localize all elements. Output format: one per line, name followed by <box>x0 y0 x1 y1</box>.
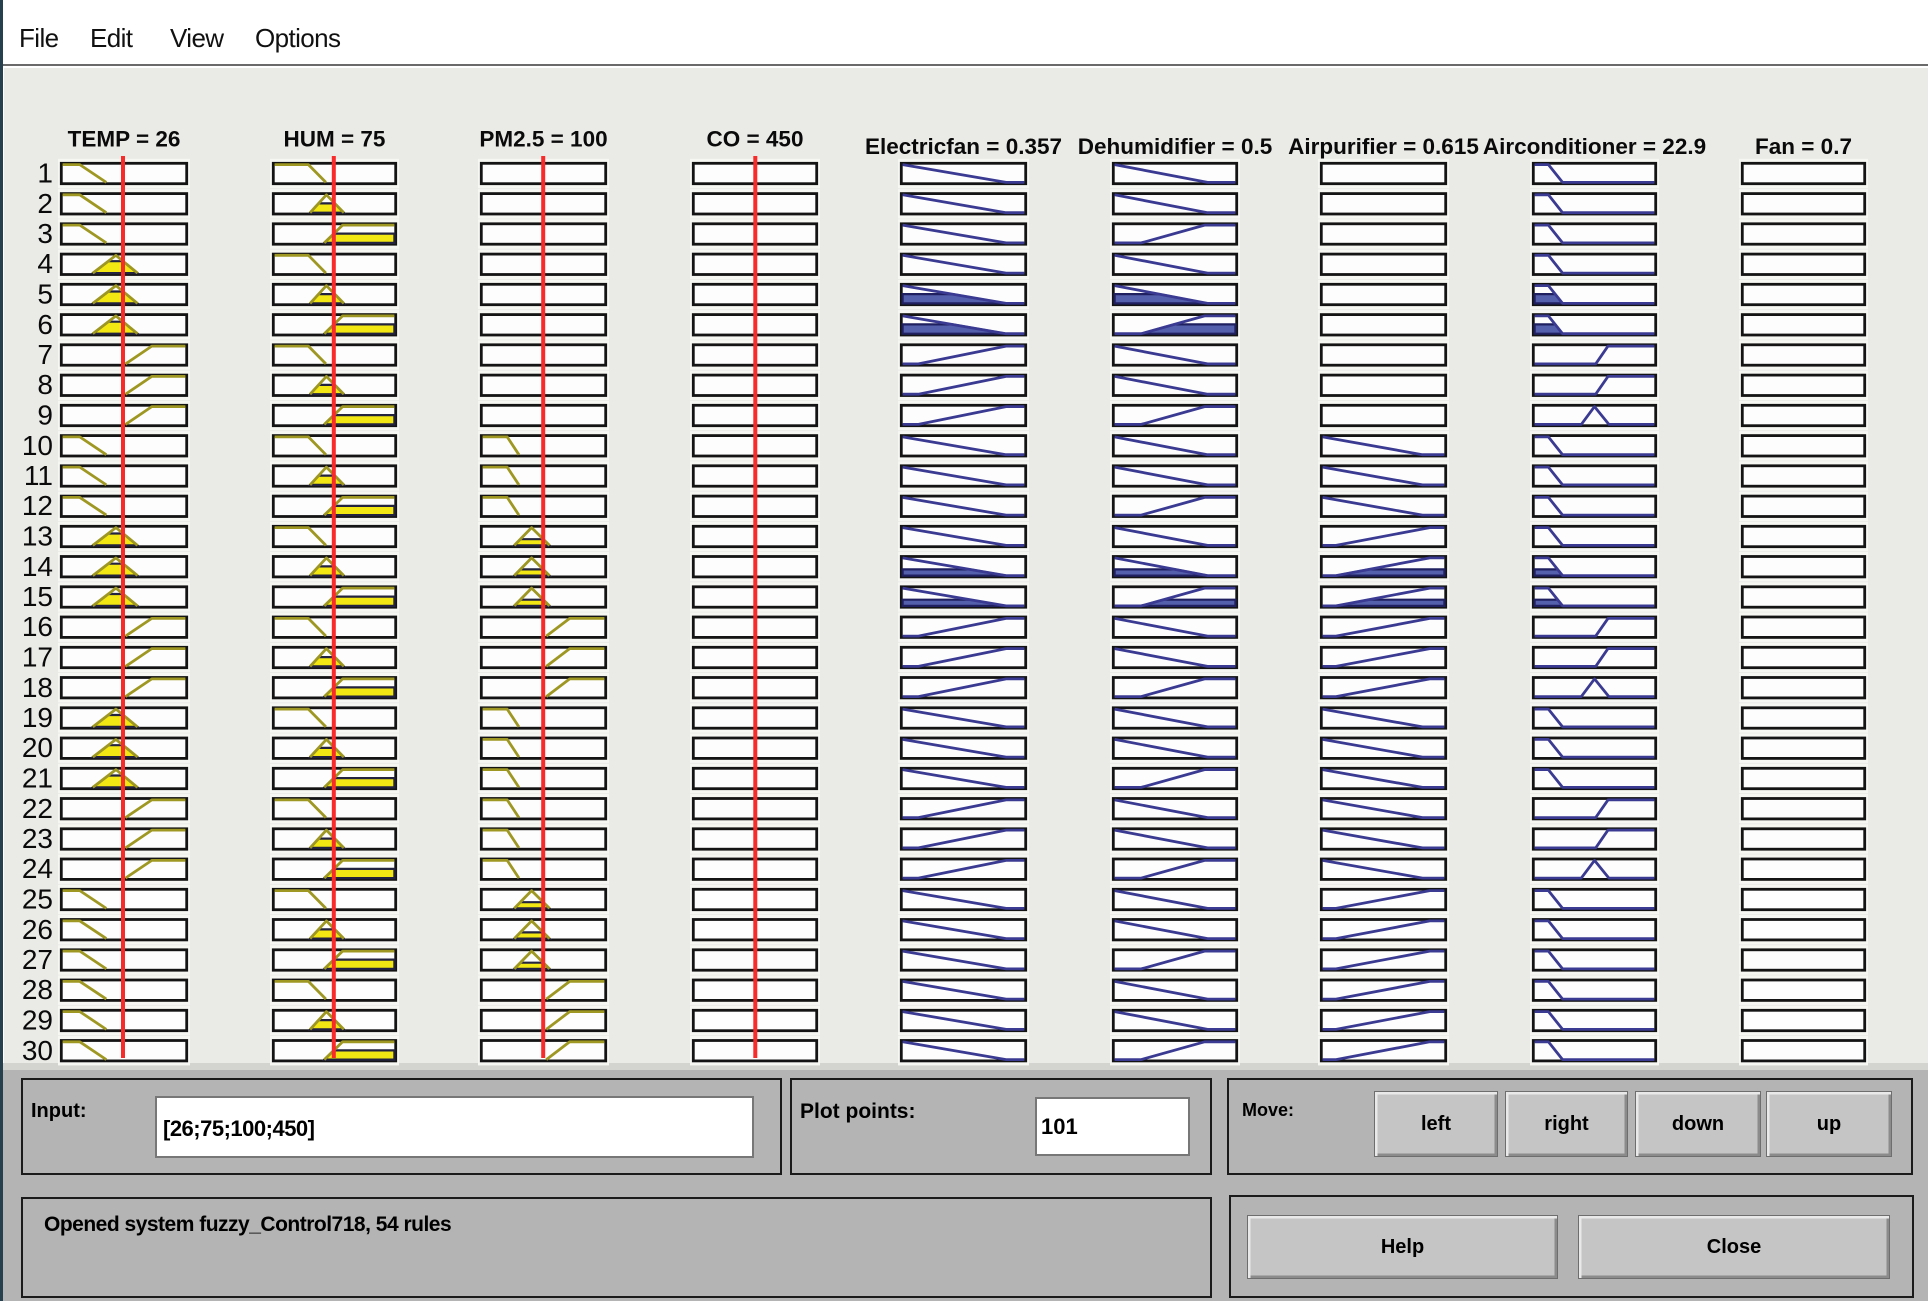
svg-text:PM2.5 = 100: PM2.5 = 100 <box>479 127 607 152</box>
svg-text:16: 16 <box>22 611 53 642</box>
svg-text:17: 17 <box>22 642 53 673</box>
svg-text:10: 10 <box>22 430 53 461</box>
svg-text:11: 11 <box>24 460 53 491</box>
svg-text:23: 23 <box>22 823 53 854</box>
svg-text:12: 12 <box>22 490 53 521</box>
svg-text:18: 18 <box>22 672 53 703</box>
svg-text:20: 20 <box>22 732 53 763</box>
svg-text:29: 29 <box>22 1005 53 1036</box>
svg-text:CO = 450: CO = 450 <box>707 127 804 152</box>
svg-text:27: 27 <box>22 944 53 975</box>
svg-text:26: 26 <box>22 914 53 945</box>
svg-text:6: 6 <box>37 309 53 340</box>
svg-text:4: 4 <box>37 248 53 279</box>
svg-text:30: 30 <box>22 1035 53 1066</box>
svg-text:5: 5 <box>37 279 53 310</box>
svg-text:3: 3 <box>37 218 53 249</box>
svg-text:24: 24 <box>22 853 53 884</box>
svg-text:25: 25 <box>22 884 53 915</box>
svg-text:13: 13 <box>22 521 53 552</box>
svg-text:2: 2 <box>37 188 53 219</box>
svg-text:14: 14 <box>22 551 53 582</box>
svg-text:7: 7 <box>37 339 53 370</box>
svg-text:8: 8 <box>37 369 53 400</box>
svg-text:21: 21 <box>22 763 53 794</box>
svg-text:28: 28 <box>22 974 53 1005</box>
svg-text:Dehumidifier = 0.5: Dehumidifier = 0.5 <box>1078 134 1272 159</box>
svg-text:15: 15 <box>22 581 53 612</box>
svg-text:22: 22 <box>22 793 53 824</box>
svg-text:1: 1 <box>37 158 53 189</box>
svg-text:TEMP = 26: TEMP = 26 <box>68 127 181 152</box>
svg-text:9: 9 <box>37 400 53 431</box>
svg-text:19: 19 <box>22 702 53 733</box>
svg-text:Airpurifier = 0.615: Airpurifier = 0.615 <box>1288 134 1479 159</box>
svg-text:HUM = 75: HUM = 75 <box>284 127 386 152</box>
svg-text:Electricfan = 0.357: Electricfan = 0.357 <box>865 134 1062 159</box>
svg-text:Airconditioner = 22.9: Airconditioner = 22.9 <box>1483 134 1706 159</box>
svg-text:Fan = 0.7: Fan = 0.7 <box>1755 134 1852 159</box>
